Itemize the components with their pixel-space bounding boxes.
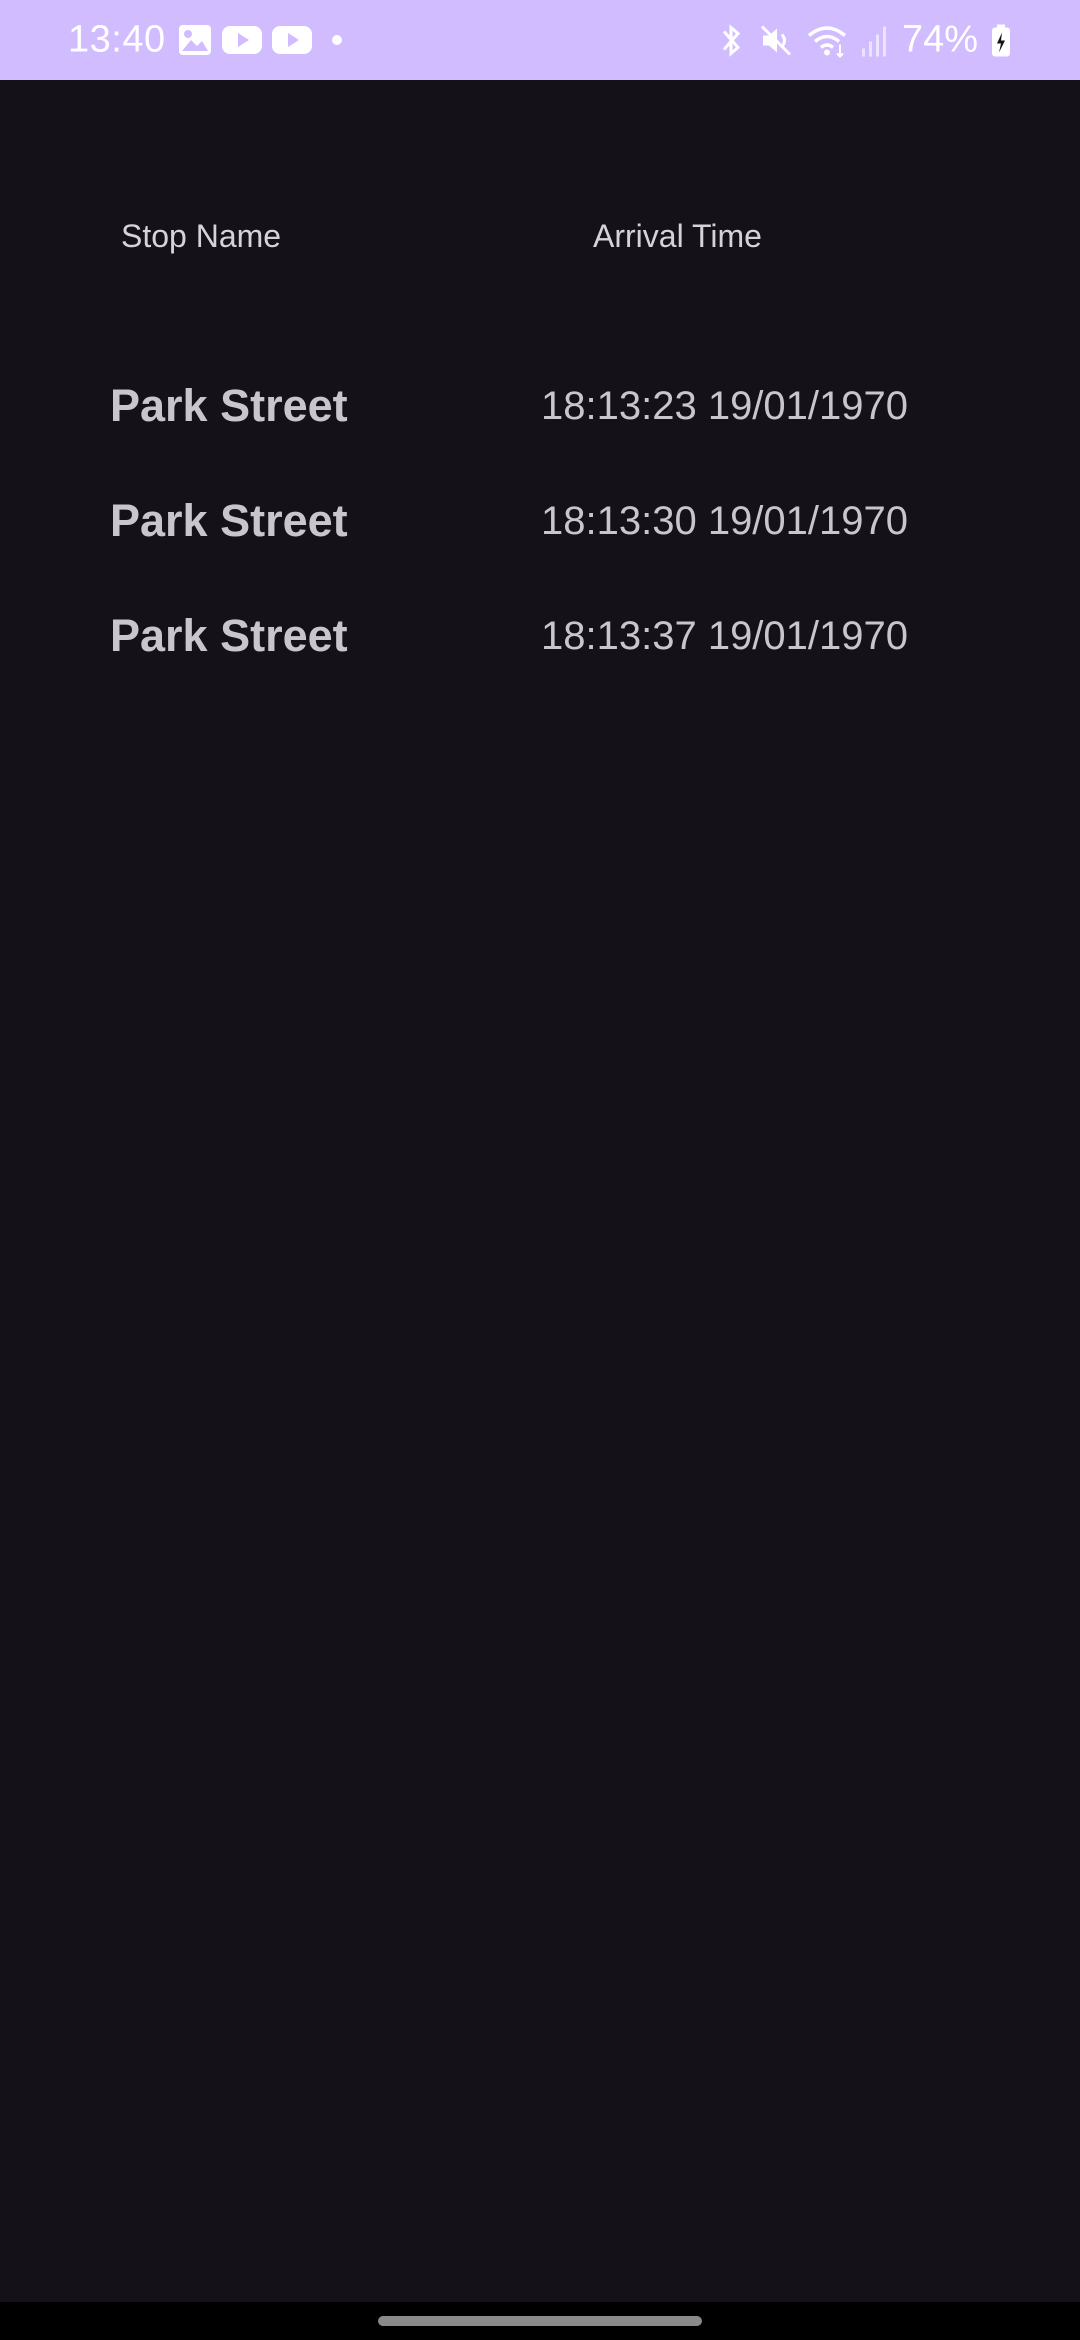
stop-name: Park Street: [110, 610, 348, 661]
system-icons: 74%: [716, 19, 1012, 62]
list-item[interactable]: Park Street 18:13:23 19/01/1970: [0, 370, 1080, 485]
wifi-icon: [806, 22, 848, 58]
status-time: 13:40: [68, 18, 166, 61]
battery-charging-icon: [990, 22, 1012, 58]
list-item[interactable]: Park Street 18:13:37 19/01/1970: [0, 600, 1080, 715]
list-item[interactable]: Park Street 18:13:30 19/01/1970: [0, 485, 1080, 600]
stop-name-header: Stop Name: [121, 218, 282, 254]
arrival-time-header: Arrival Time: [593, 218, 762, 254]
home-gesture-handle[interactable]: [378, 2316, 702, 2326]
stop-name: Park Street: [110, 495, 348, 546]
navigation-bar: [0, 2302, 1080, 2340]
bluetooth-icon: [716, 22, 746, 58]
mute-icon: [758, 22, 794, 58]
arrival-list: Park Street 18:13:23 19/01/1970 Park Str…: [0, 370, 1080, 715]
gallery-icon: [178, 24, 212, 56]
youtube-icon: [222, 25, 262, 55]
stop-name: Park Street: [110, 380, 348, 431]
youtube-icon: [272, 25, 312, 55]
arrival-time: 18:13:30 19/01/1970: [541, 499, 909, 543]
signal-icon: [860, 22, 890, 58]
status-bar: 13:40 74%: [0, 0, 1080, 80]
dot-icon: [322, 25, 352, 55]
arrival-time: 18:13:37 19/01/1970: [541, 614, 909, 658]
table-header: Stop Name Arrival Time: [0, 218, 1080, 268]
battery-percentage: 74%: [901, 18, 978, 61]
arrival-time: 18:13:23 19/01/1970: [541, 384, 909, 428]
notification-icons: [178, 24, 352, 56]
